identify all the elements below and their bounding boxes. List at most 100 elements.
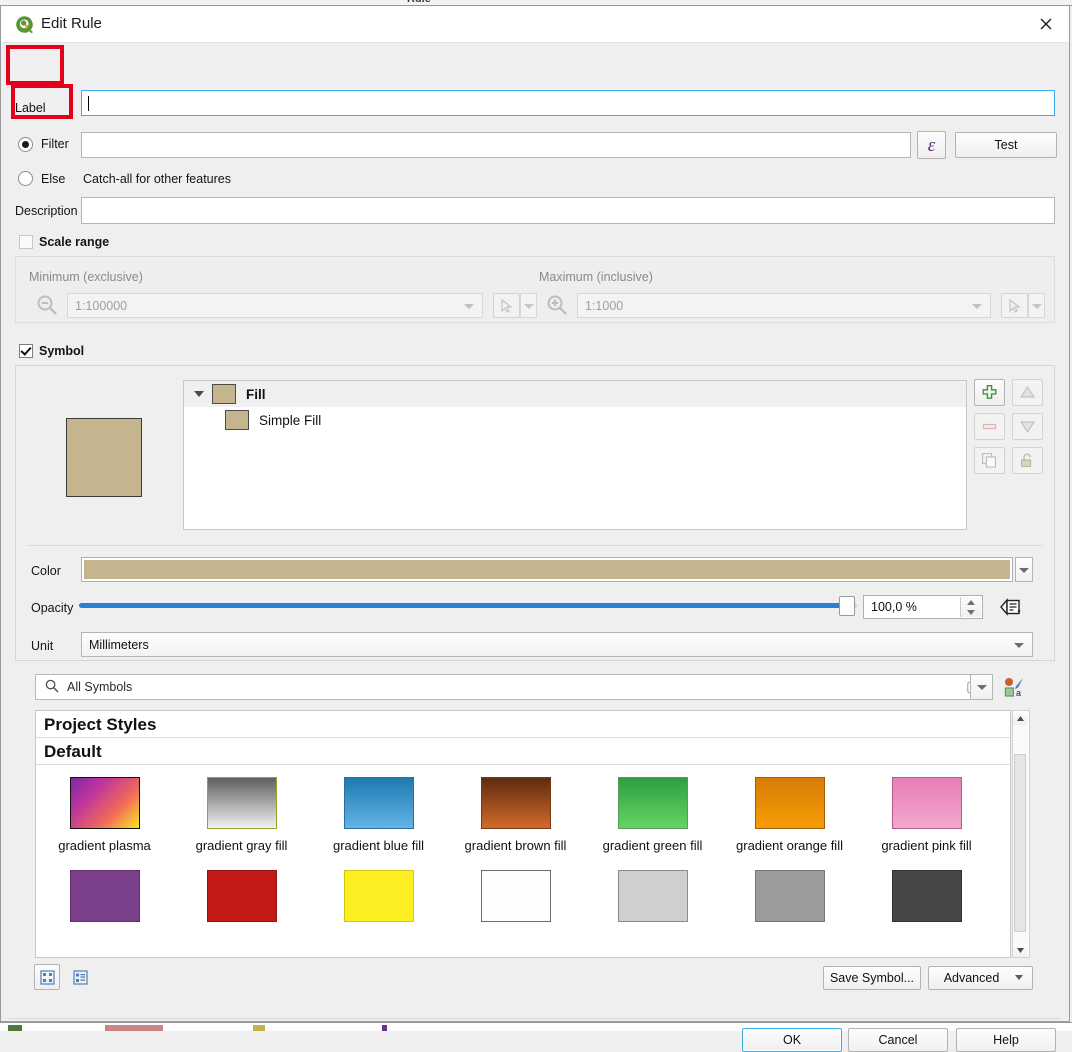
footer-divider [9, 1018, 1061, 1019]
color-dropdown-button[interactable] [1015, 557, 1033, 582]
symbol-swatch [480, 777, 551, 829]
gallery-scrollbar[interactable] [1012, 710, 1030, 958]
gallery-item[interactable] [36, 870, 173, 922]
epsilon-expression-icon: ε [927, 134, 936, 156]
unit-caption: Unit [31, 639, 54, 653]
gallery-group-title: Default [36, 738, 1010, 765]
gallery-group-title: Project Styles [36, 711, 1010, 738]
scale-maximum-combo[interactable]: 1:1000 [577, 293, 991, 318]
symbol-swatch [69, 777, 140, 829]
duplicate-layer-button[interactable] [974, 447, 1005, 474]
pick-scale-min-button[interactable] [493, 293, 520, 318]
color-swatch [84, 560, 1010, 579]
scrollbar-thumb[interactable] [1014, 754, 1026, 932]
chevron-down-icon[interactable] [194, 391, 204, 397]
dialog-title: Edit Rule [41, 15, 102, 32]
list-view-icon[interactable] [67, 964, 93, 990]
symbol-filter-dropdown[interactable] [970, 674, 993, 700]
save-symbol-button[interactable]: Save Symbol... [823, 966, 921, 990]
opacity-spinbox[interactable]: 100,0 % [863, 595, 983, 619]
scale-minimum-combo[interactable]: 1:100000 [67, 293, 483, 318]
scale-minimum-caption: Minimum (exclusive) [29, 270, 143, 284]
symbol-search-input[interactable]: All Symbols [35, 674, 993, 700]
add-symbol-layer-button[interactable] [974, 379, 1005, 406]
cancel-button[interactable]: Cancel [848, 1028, 948, 1052]
gallery-item[interactable]: gradient green fill [584, 777, 721, 853]
symbol-swatch [206, 777, 277, 829]
help-button[interactable]: Help [956, 1028, 1056, 1052]
test-button[interactable]: Test [955, 132, 1057, 158]
magnifier-minus-icon [33, 293, 61, 317]
else-radio[interactable] [18, 171, 33, 186]
gallery-item[interactable]: gradient brown fill [447, 777, 584, 853]
remove-symbol-layer-button[interactable] [974, 413, 1005, 440]
opacity-value: 100,0 % [871, 600, 917, 614]
symbol-layer-tree[interactable]: Fill Simple Fill [183, 380, 967, 530]
divider [27, 545, 1043, 546]
symbol-swatch [69, 870, 140, 922]
gallery-item[interactable]: gradient orange fill [721, 777, 858, 853]
filter-radio[interactable] [18, 137, 33, 152]
table-row[interactable]: Simple Fill [184, 407, 966, 433]
expression-builder-button[interactable]: ε [917, 131, 946, 159]
description-caption: Description [15, 204, 78, 218]
gallery-item[interactable] [447, 870, 584, 922]
plus-icon [982, 384, 997, 399]
else-hint: Catch-all for other features [83, 172, 231, 186]
ok-button[interactable]: OK [742, 1028, 842, 1052]
edit-rule-dialog: Edit Rule Label Filter ε Test Else Catch… [0, 5, 1070, 1052]
gallery-item[interactable]: gradient blue fill [310, 777, 447, 853]
style-manager-icon[interactable]: a [1001, 674, 1027, 700]
label-input[interactable] [81, 90, 1055, 116]
gallery-item[interactable] [173, 870, 310, 922]
filter-caption: Filter [41, 137, 69, 151]
text-caret [88, 95, 89, 111]
symbol-swatch [617, 777, 688, 829]
table-row[interactable]: Fill [184, 381, 966, 407]
symbol-checkbox[interactable] [19, 344, 33, 358]
symbol-swatch [891, 777, 962, 829]
pick-scale-max-dropdown[interactable] [1028, 293, 1045, 318]
label-caption: Label [15, 101, 46, 115]
symbol-layer-label: Fill [246, 386, 266, 402]
scale-minimum-value: 1:100000 [75, 298, 128, 313]
symbol-swatch [617, 870, 688, 922]
close-icon[interactable] [1023, 6, 1069, 42]
unit-combo[interactable]: Millimeters [81, 632, 1033, 657]
symbol-swatch [891, 870, 962, 922]
move-layer-up-button[interactable] [1012, 379, 1043, 406]
arrow-down-icon [1020, 421, 1035, 433]
scroll-up-icon[interactable] [1013, 711, 1027, 725]
scroll-down-icon[interactable] [1013, 943, 1027, 957]
else-caption: Else [41, 172, 66, 186]
scale-maximum-caption: Maximum (inclusive) [539, 270, 653, 284]
gallery-item-label: gradient blue fill [332, 838, 425, 853]
color-button[interactable] [81, 557, 1013, 582]
data-defined-override-icon[interactable] [997, 595, 1025, 619]
gallery-item[interactable] [584, 870, 721, 922]
symbol-swatch [480, 870, 551, 922]
symbol-swatch [754, 777, 825, 829]
gallery-item[interactable] [310, 870, 447, 922]
minus-icon [982, 423, 997, 430]
gallery-item[interactable] [858, 870, 995, 922]
filter-input[interactable] [81, 132, 911, 158]
gallery-item[interactable] [721, 870, 858, 922]
move-layer-down-button[interactable] [1012, 413, 1043, 440]
gallery-item-label: gradient pink fill [881, 838, 972, 853]
chevron-down-icon [1015, 975, 1023, 980]
lock-layer-button[interactable] [1012, 447, 1043, 474]
grid-view-icon[interactable] [34, 964, 60, 990]
opacity-stepper[interactable] [960, 597, 981, 617]
duplicate-icon [982, 453, 996, 468]
opacity-slider-handle[interactable] [839, 596, 855, 616]
pick-scale-min-dropdown[interactable] [520, 293, 537, 318]
description-input[interactable] [81, 197, 1055, 224]
gallery-item[interactable]: gradient pink fill [858, 777, 995, 853]
magnifier-plus-icon [543, 293, 571, 317]
pick-scale-max-button[interactable] [1001, 293, 1028, 318]
gallery-item[interactable]: gradient plasma [36, 777, 173, 853]
scale-range-checkbox[interactable] [19, 235, 33, 249]
symbol-gallery[interactable]: Project Styles Default gradient plasma g… [35, 710, 1011, 958]
gallery-item[interactable]: gradient gray fill [173, 777, 310, 853]
